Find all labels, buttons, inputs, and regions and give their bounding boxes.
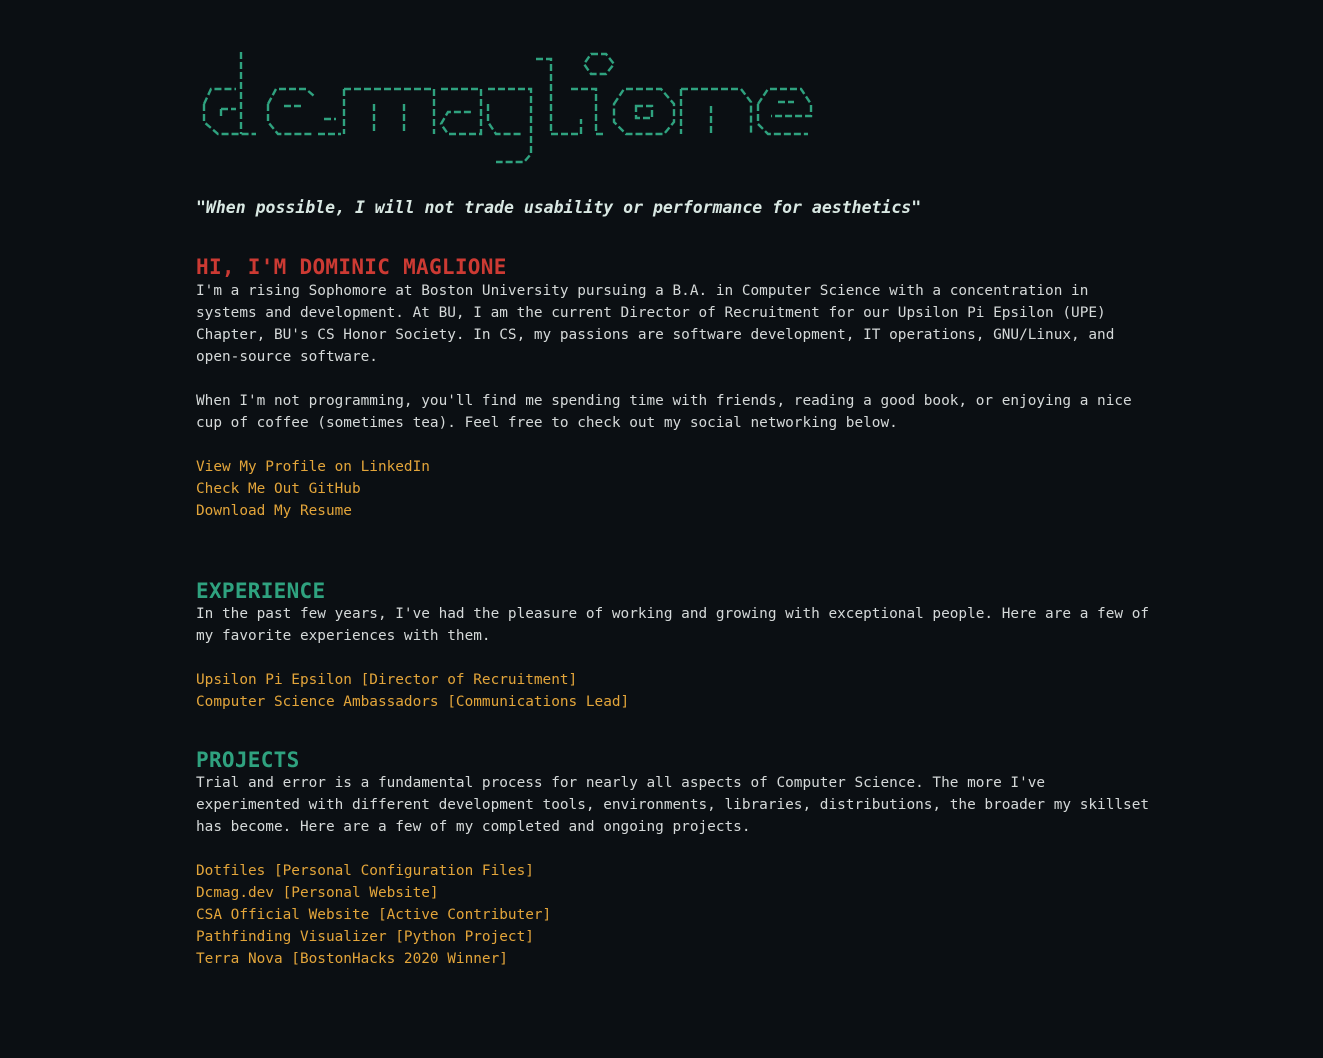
ascii-logo [196,44,816,169]
intro-heading: HI, I'M DOMINIC MAGLIONE [196,255,507,279]
experience-link-upe[interactable]: Upsilon Pi Epsilon [Director of Recruitm… [196,669,629,691]
intro-paragraph-2: When I'm not programming, you'll find me… [196,393,1132,431]
project-link-dcmag[interactable]: Dcmag.dev [Personal Website] [196,882,551,904]
intro-paragraph-1: I'm a rising Sophomore at Boston Univers… [196,283,1115,365]
resume-download-link[interactable]: Download My Resume [196,500,430,522]
experience-heading: EXPERIENCE [196,579,326,603]
projects-paragraph: Trial and error is a fundamental process… [196,775,1150,835]
tagline-quote: "When possible, I will not trade usabili… [196,198,922,217]
ascii-logo-art [202,52,813,164]
experience-links: Upsilon Pi Epsilon [Director of Recruitm… [196,669,629,713]
project-link-dotfiles[interactable]: Dotfiles [Personal Configuration Files] [196,860,551,882]
project-link-pathfinding[interactable]: Pathfinding Visualizer [Python Project] [196,926,551,948]
project-links: Dotfiles [Personal Configuration Files] … [196,860,551,970]
projects-heading: PROJECTS [196,748,300,772]
experience-paragraph: In the past few years, I've had the plea… [196,606,1150,644]
experience-link-csa[interactable]: Computer Science Ambassadors [Communicat… [196,691,629,713]
project-link-terra-nova[interactable]: Terra Nova [BostonHacks 2020 Winner] [196,948,551,970]
social-links: View My Profile on LinkedIn Check Me Out… [196,456,430,522]
linkedin-link[interactable]: View My Profile on LinkedIn [196,456,430,478]
github-link[interactable]: Check Me Out GitHub [196,478,430,500]
project-link-csa-website[interactable]: CSA Official Website [Active Contributer… [196,904,551,926]
